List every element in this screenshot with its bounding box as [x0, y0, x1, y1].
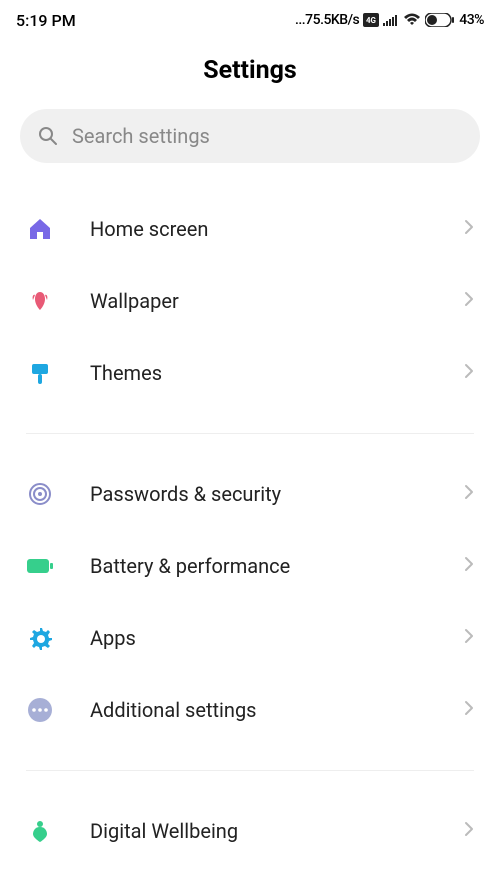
settings-item-digital-wellbeing[interactable]: Digital Wellbeing [0, 795, 500, 867]
svg-text:4G: 4G [366, 16, 377, 25]
tulip-icon [26, 287, 54, 315]
search-input[interactable]: Search settings [20, 109, 480, 163]
settings-item-label: Passwords & security [90, 482, 428, 506]
battery-icon [425, 13, 455, 27]
status-battery: 43% [459, 12, 484, 28]
settings-item-label: Apps [90, 626, 428, 650]
dots-icon [26, 696, 54, 724]
settings-item-label: Wallpaper [90, 289, 428, 313]
settings-item-label: Home screen [90, 217, 428, 241]
signal-icon [383, 14, 399, 26]
settings-item-wallpaper[interactable]: Wallpaper [0, 265, 500, 337]
settings-item-apps[interactable]: Apps [0, 602, 500, 674]
page-title: Settings [0, 56, 500, 85]
status-bar: 5:19 PM ...75.5KB/s 4G 43% [0, 0, 500, 40]
chevron-right-icon [464, 219, 474, 239]
fingerprint-icon [26, 480, 54, 508]
status-speed: ...75.5KB/s [295, 12, 359, 28]
chevron-right-icon [464, 628, 474, 648]
status-time: 5:19 PM [16, 11, 76, 30]
settings-item-battery-performance[interactable]: Battery & performance [0, 530, 500, 602]
settings-item-passwords-security[interactable]: Passwords & security [0, 458, 500, 530]
settings-item-home-screen[interactable]: Home screen [0, 193, 500, 265]
section-divider [26, 770, 474, 771]
chevron-right-icon [464, 700, 474, 720]
settings-item-label: Battery & performance [90, 554, 428, 578]
search-icon [38, 126, 58, 146]
settings-item-label: Digital Wellbeing [90, 819, 428, 843]
mobile-data-icon: 4G [363, 13, 379, 27]
settings-item-additional-settings[interactable]: Additional settings [0, 674, 500, 746]
home-icon [26, 215, 54, 243]
settings-item-label: Themes [90, 361, 428, 385]
wellbeing-icon [26, 817, 54, 845]
chevron-right-icon [464, 556, 474, 576]
chevron-right-icon [464, 363, 474, 383]
chevron-right-icon [464, 291, 474, 311]
search-placeholder: Search settings [72, 124, 210, 148]
chevron-right-icon [464, 484, 474, 504]
battery-icon [26, 552, 54, 580]
brush-icon [26, 359, 54, 387]
section-divider [26, 433, 474, 434]
gear-icon [26, 624, 54, 652]
settings-item-label: Additional settings [90, 698, 428, 722]
wifi-icon [403, 13, 421, 27]
status-right: ...75.5KB/s 4G 43% [295, 12, 484, 28]
chevron-right-icon [464, 821, 474, 841]
settings-item-themes[interactable]: Themes [0, 337, 500, 409]
